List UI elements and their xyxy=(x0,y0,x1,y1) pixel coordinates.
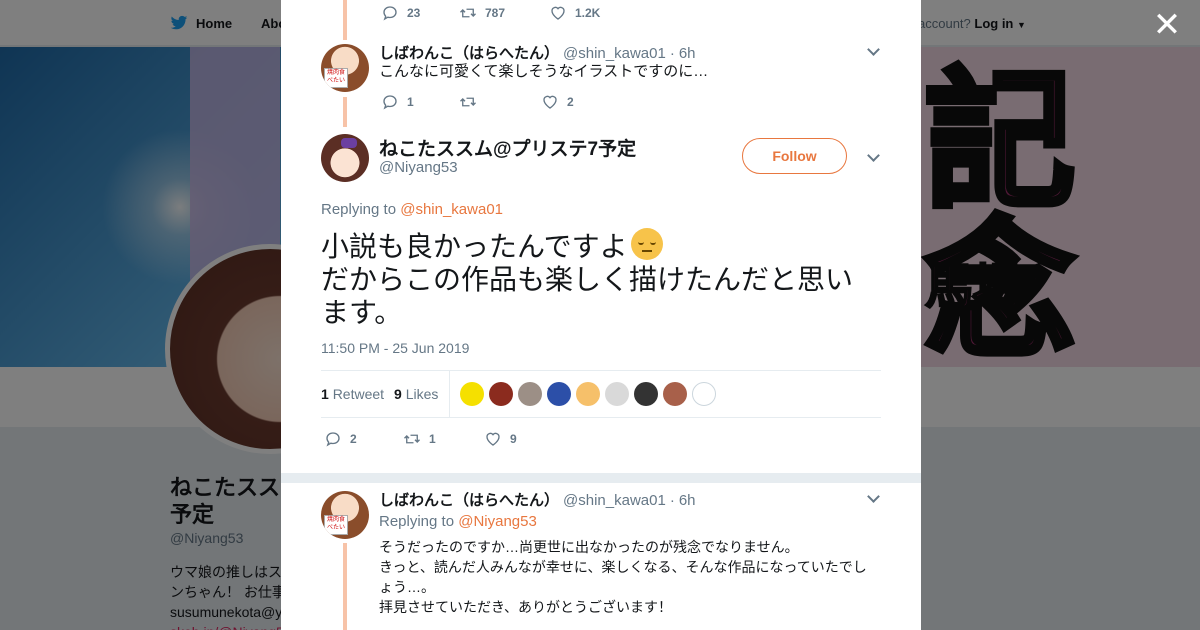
stats-divider xyxy=(449,371,450,417)
liker-avatar[interactable] xyxy=(663,382,687,406)
retweet-stat-label: Retweet xyxy=(332,386,385,402)
retweet-stat-count: 1 xyxy=(321,386,329,402)
retweet-icon xyxy=(460,8,476,18)
main-text-line: 小説も良かったんですよ xyxy=(321,231,628,262)
replying-prefix: Replying to xyxy=(379,513,455,530)
like-stat-count: 9 xyxy=(394,386,402,402)
tweet-actions: 1 2 xyxy=(381,93,574,111)
like-count: 2 xyxy=(567,95,574,109)
tweet-text-line: 拝見させていただき、ありがとうございます！ xyxy=(379,599,673,615)
mention-link[interactable]: @Niyang53 xyxy=(458,513,537,530)
close-icon[interactable]: ✕ xyxy=(1150,8,1184,42)
avatar-sign: 焼肉食べたい xyxy=(324,68,348,88)
like-action[interactable]: 9 xyxy=(484,430,517,448)
tweet-text: そうだったのですか…尚更世に出なかったのが残念でなりません。 きっと、読んだ人み… xyxy=(379,537,867,617)
retweet-action[interactable]: 1 xyxy=(403,430,484,448)
main-text-line: ます。 xyxy=(321,297,403,328)
reply-action[interactable]: 1 xyxy=(381,93,459,111)
user-handle[interactable]: @shin_kawa01 xyxy=(563,492,666,509)
liker-avatar[interactable] xyxy=(692,382,716,406)
like-count: 9 xyxy=(510,432,517,446)
user-name[interactable]: しばわんこ（はらへたん） xyxy=(379,42,559,63)
separator-dot: · xyxy=(669,45,675,62)
reply-count: 23 xyxy=(407,6,421,20)
user-handle[interactable]: @shin_kawa01 xyxy=(563,45,666,62)
heart-icon xyxy=(486,432,500,446)
avatar-sign: 焼肉食べたい xyxy=(324,515,348,535)
like-stat[interactable]: 9 Likes xyxy=(394,386,438,402)
liker-avatar[interactable] xyxy=(547,382,571,406)
heart-icon xyxy=(551,6,565,20)
user-name[interactable]: しばわんこ（はらへたん） xyxy=(379,489,559,510)
main-text-line: だからこの作品も楽しく描けたんだと思い xyxy=(321,264,854,295)
reply-icon xyxy=(383,95,397,110)
mention-link[interactable]: @shin_kawa01 xyxy=(400,201,503,218)
like-stat-label: Likes xyxy=(405,386,439,402)
heart-icon xyxy=(543,95,557,109)
retweet-action[interactable] xyxy=(459,93,541,111)
user-avatar[interactable]: 焼肉食べたい xyxy=(321,44,369,92)
main-tweet-text: 小説も良かったんですよ だからこの作品も楽しく描けたんだと思い ます。 xyxy=(321,228,881,329)
retweet-stat[interactable]: 1 Retweet xyxy=(321,386,384,402)
reply-count: 1 xyxy=(407,95,414,109)
tweet-text-line: ょう…。 xyxy=(379,579,435,595)
main-user-handle[interactable]: @Niyang53 xyxy=(379,159,458,176)
tweet-header: しばわんこ（はらへたん） @shin_kawa01 · 6h xyxy=(379,489,696,510)
liker-avatar[interactable] xyxy=(605,382,629,406)
tweet-text-line: きっと、読んだ人みんなが幸せに、楽しくなる、そんな作品になっていたでし xyxy=(379,559,867,575)
reply-icon xyxy=(383,6,397,21)
retweet-action[interactable]: 787 xyxy=(459,4,549,22)
tweet-stats: 1 Retweet 9 Likes xyxy=(321,370,881,418)
pensive-face-icon xyxy=(630,228,663,260)
tweet-timestamp[interactable]: 11:50 PM - 25 Jun 2019 xyxy=(321,340,469,356)
tweet-text: こんなに可愛くて楽しそうなイラストですのに… xyxy=(379,63,709,80)
liker-avatar[interactable] xyxy=(518,382,542,406)
user-avatar[interactable]: 焼肉食べたい xyxy=(321,491,369,539)
replying-prefix: Replying to xyxy=(321,201,397,218)
replying-to: Replying to @Niyang53 xyxy=(379,513,537,530)
like-action[interactable]: 2 xyxy=(541,93,574,111)
liker-avatar[interactable] xyxy=(489,382,513,406)
tweet-time[interactable]: 6h xyxy=(679,492,696,509)
chevron-down-icon[interactable] xyxy=(866,44,880,58)
thread-line xyxy=(343,0,347,40)
replying-to: Replying to @shin_kawa01 xyxy=(321,201,503,218)
tweet-time[interactable]: 6h xyxy=(679,45,696,62)
liker-avatars xyxy=(460,382,716,406)
tweet-header: しばわんこ（はらへたん） @shin_kawa01 · 6h xyxy=(379,42,696,63)
chevron-down-icon[interactable] xyxy=(866,491,880,505)
liker-avatar[interactable] xyxy=(576,382,600,406)
avatar-bow xyxy=(341,138,357,148)
separator-dot: · xyxy=(669,492,675,509)
follow-button[interactable]: Follow xyxy=(742,138,847,174)
retweet-count: 1 xyxy=(429,432,436,446)
reply-count: 2 xyxy=(350,432,357,446)
like-action[interactable]: 1.2K xyxy=(549,4,600,22)
main-user-avatar[interactable] xyxy=(321,134,369,182)
liker-avatar[interactable] xyxy=(460,382,484,406)
reply-action[interactable]: 2 xyxy=(324,430,403,448)
retweet-count: 787 xyxy=(485,6,506,20)
chevron-down-icon[interactable] xyxy=(866,150,880,164)
thread-line xyxy=(343,97,347,127)
reply-icon xyxy=(326,432,340,447)
main-tweet-actions: 2 1 9 xyxy=(324,430,517,448)
liker-avatar[interactable] xyxy=(634,382,658,406)
replies-separator xyxy=(281,473,921,483)
retweet-icon xyxy=(460,97,476,107)
main-user-name[interactable]: ねこたススム@プリステ7予定 xyxy=(379,134,636,161)
thread-line xyxy=(343,543,347,630)
prev-tweet-actions: 23 787 1.2K xyxy=(381,4,600,22)
retweet-icon xyxy=(404,434,420,444)
like-count: 1.2K xyxy=(575,6,601,20)
tweet-text-line: そうだったのですか…尚更世に出なかったのが残念でなりません。 xyxy=(379,539,799,555)
reply-action[interactable]: 23 xyxy=(381,4,459,22)
tweet-modal: 23 787 1.2K 焼肉食べたい しばわんこ（はらへたん） @shin_ka… xyxy=(281,0,921,630)
